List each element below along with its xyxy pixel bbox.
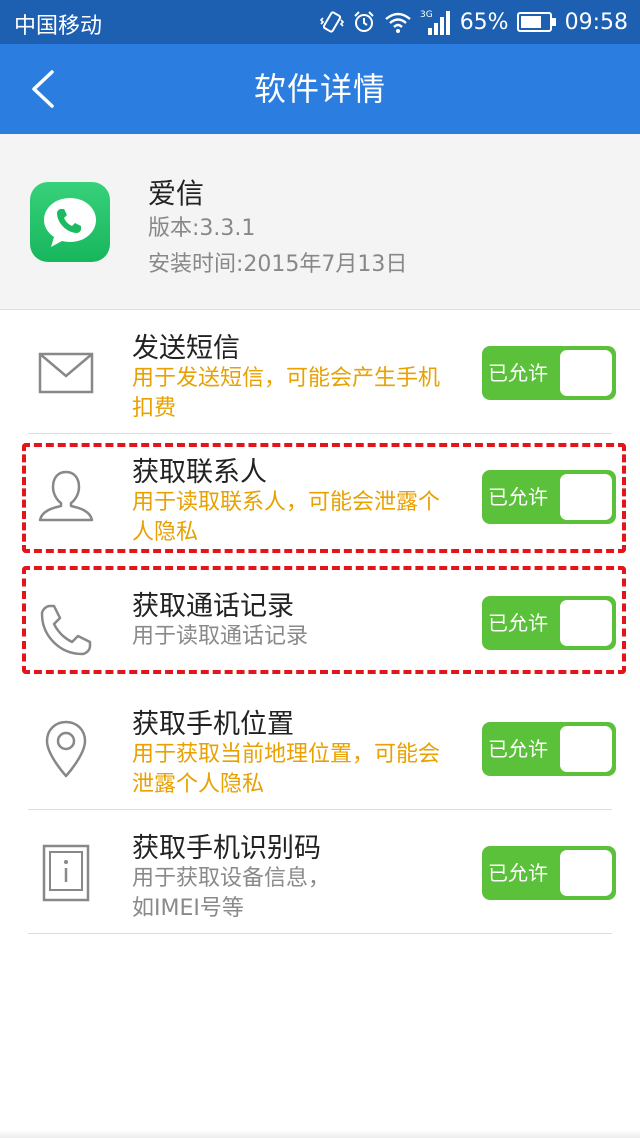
- carrier-name: 中国移动: [14, 14, 103, 39]
- battery-percent: 65%: [459, 9, 509, 35]
- toggle-knob: [560, 726, 612, 772]
- app-bar: 软件详情: [0, 44, 640, 134]
- permission-toggle-contacts[interactable]: 已允许: [482, 470, 616, 524]
- permission-title: 发送短信: [132, 333, 240, 364]
- permission-row-call-log: 获取通话记录 用于读取通话记录 已允许: [0, 568, 640, 692]
- location-pin-icon: [45, 720, 87, 778]
- wifi-icon: [384, 12, 411, 33]
- toggle-knob: [560, 474, 612, 520]
- svg-text:3G: 3G: [420, 10, 433, 20]
- person-icon: [38, 470, 94, 522]
- toggle-label: 已允许: [488, 737, 548, 761]
- status-bar: 中国移动 3G 65% 09:58: [0, 0, 640, 44]
- toggle-label: 已允许: [488, 485, 548, 509]
- row-divider: [28, 933, 612, 934]
- app-name: 爱信: [148, 177, 205, 210]
- signal-3g-icon: 3G: [420, 10, 450, 35]
- battery-icon: [516, 12, 556, 32]
- phone-icon: [40, 604, 92, 656]
- permission-row-device-id: 获取手机识别码 用于获取设备信息，如IMEI号等 已允许: [0, 810, 640, 934]
- permission-toggle-location[interactable]: 已允许: [482, 722, 616, 776]
- permission-toggle-call-log[interactable]: 已允许: [482, 596, 616, 650]
- toggle-knob: [560, 600, 612, 646]
- app-version: 版本:3.3.1: [148, 216, 256, 241]
- permission-description: 用于获取当前地理位置，可能会泄露个人隐私: [132, 742, 441, 797]
- permission-description: 用于发送短信，可能会产生手机扣费: [132, 366, 441, 421]
- toggle-label: 已允许: [488, 611, 548, 635]
- toggle-label: 已允许: [488, 861, 548, 885]
- toggle-knob: [560, 850, 612, 896]
- toggle-knob: [560, 350, 612, 396]
- permission-row-sms: 发送短信 用于发送短信，可能会产生手机扣费 已允许: [0, 310, 640, 434]
- permission-description: 用于获取设备信息，如IMEI号等: [132, 866, 331, 921]
- device-info-icon: [42, 844, 90, 902]
- vibrate-icon: [319, 11, 344, 33]
- page-title: 软件详情: [253, 70, 386, 108]
- permission-toggle-device-id[interactable]: 已允许: [482, 846, 616, 900]
- app-logo-icon: [30, 182, 110, 262]
- permission-title: 获取手机位置: [132, 709, 294, 740]
- permission-title: 获取联系人: [132, 457, 267, 488]
- permission-description: 用于读取通话记录: [132, 624, 309, 649]
- clock: 09:58: [564, 9, 628, 35]
- permission-title: 获取通话记录: [132, 591, 294, 622]
- envelope-icon: [38, 352, 94, 394]
- permission-title: 获取手机识别码: [132, 833, 321, 864]
- permission-description: 用于读取联系人，可能会泄露个人隐私: [132, 490, 441, 545]
- bottom-shadow: [0, 1130, 640, 1138]
- alarm-icon: [353, 11, 374, 32]
- app-install-time: 安装时间:2015年7月13日: [148, 252, 408, 277]
- toggle-label: 已允许: [488, 361, 548, 385]
- app-info-panel: 爱信 版本:3.3.1 安装时间:2015年7月13日: [0, 134, 640, 310]
- permission-row-location: 获取手机位置 用于获取当前地理位置，可能会泄露个人隐私 已允许: [0, 686, 640, 810]
- status-icons: 3G 65% 09:58: [319, 6, 628, 38]
- permission-row-contacts: 获取联系人 用于读取联系人，可能会泄露个人隐私 已允许: [0, 434, 640, 558]
- permission-toggle-sms[interactable]: 已允许: [482, 346, 616, 400]
- back-arrow-icon[interactable]: [22, 66, 68, 112]
